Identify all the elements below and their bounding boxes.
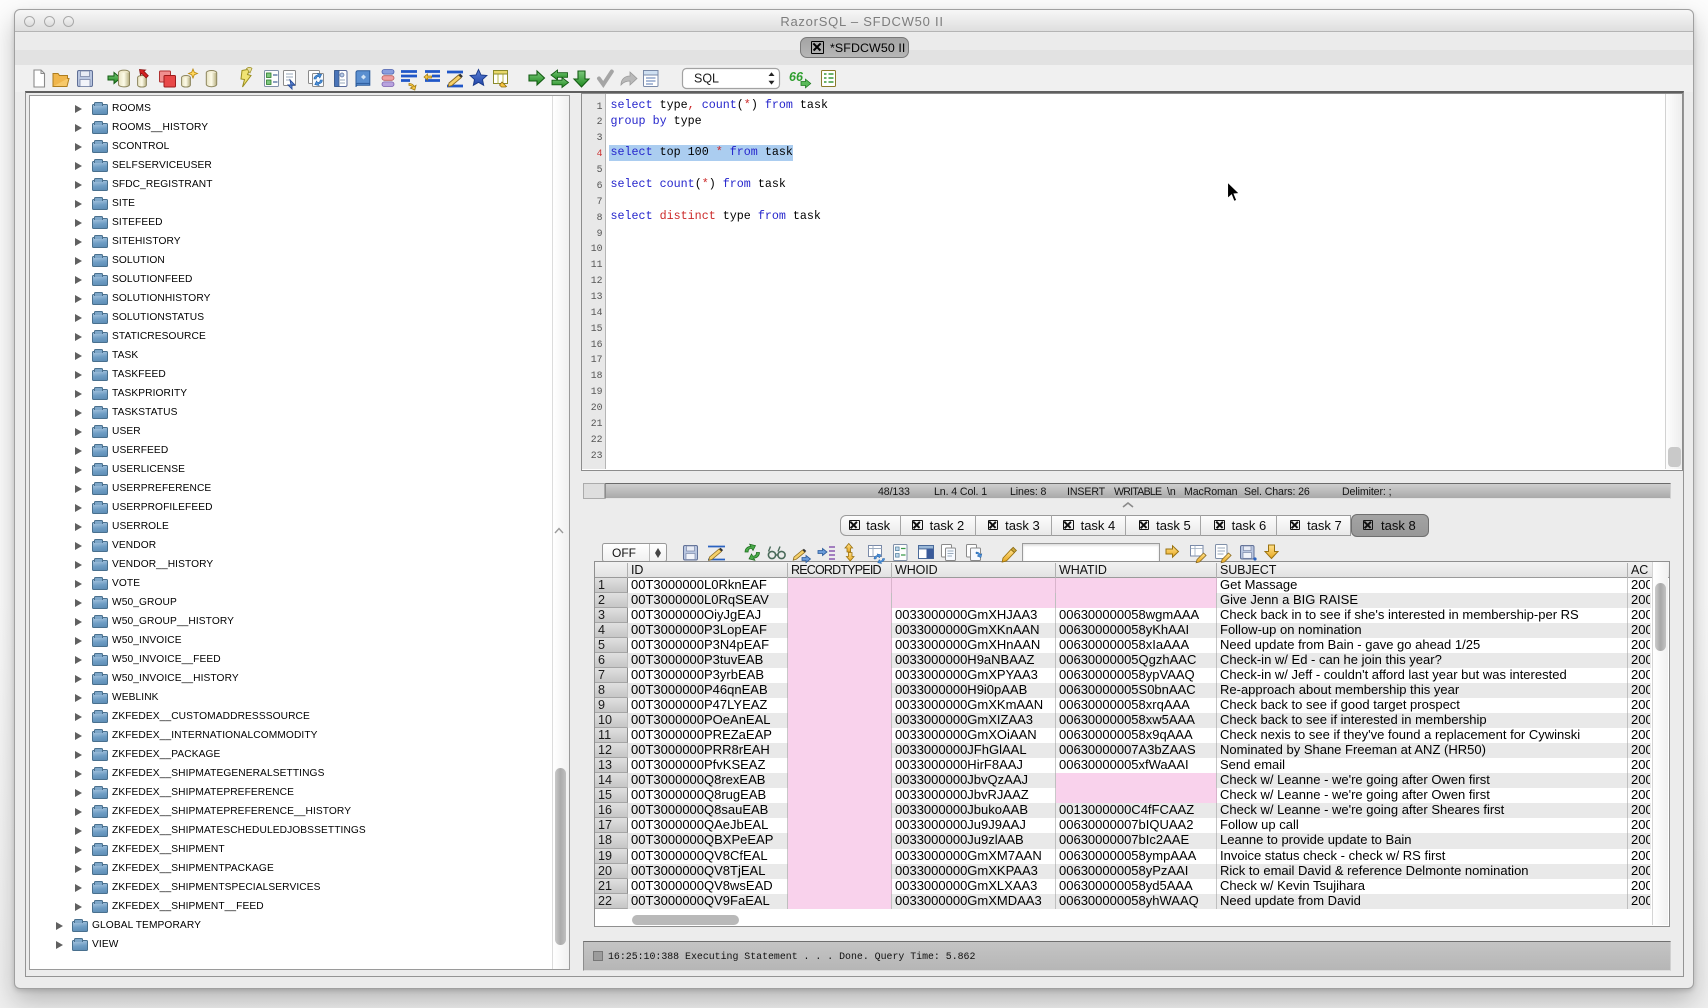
svg-text:SQL: SQL xyxy=(694,72,719,86)
